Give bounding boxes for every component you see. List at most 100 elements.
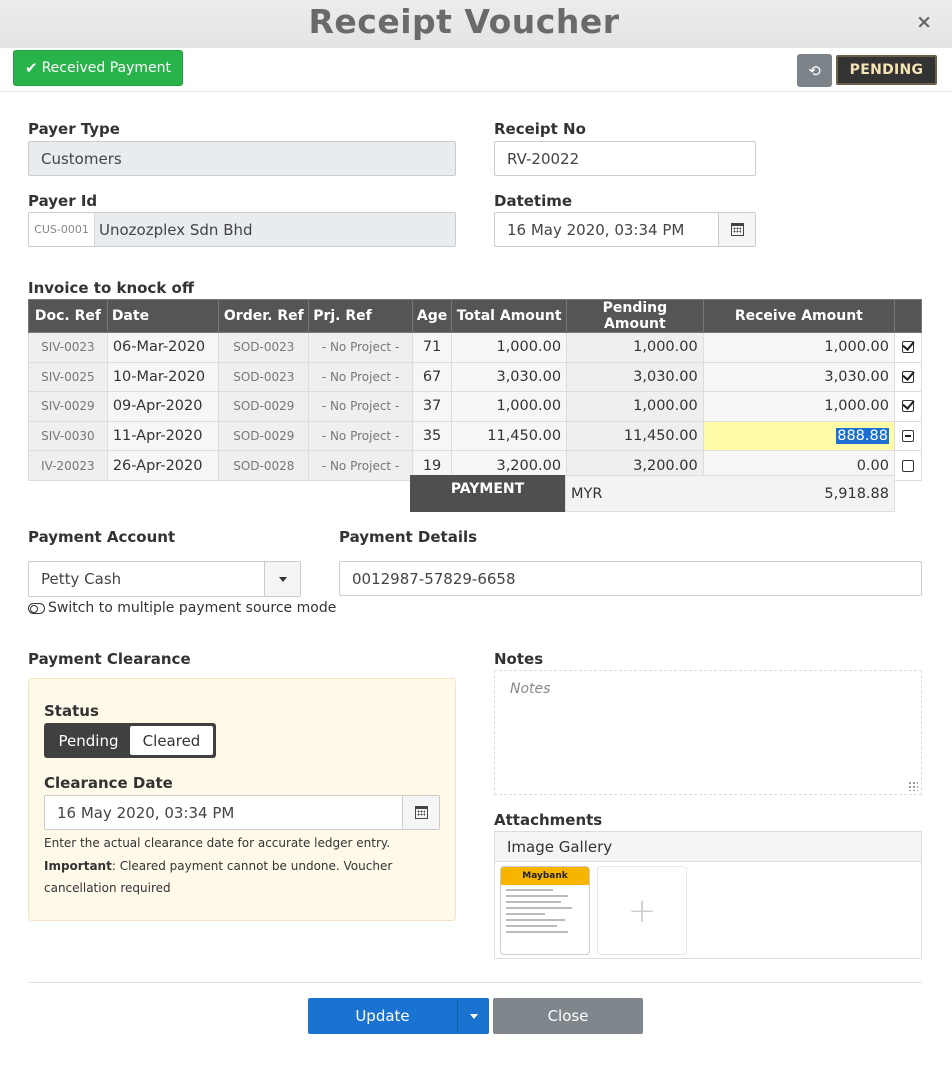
order-ref-cell: SOD-0023 — [218, 332, 310, 363]
payment-total-label: PAYMENT — [410, 475, 565, 512]
col-receive-amount: Receive Amount — [702, 299, 895, 333]
row-checkbox[interactable] — [893, 420, 923, 452]
receive-amount-input[interactable]: 1,000.00 — [702, 391, 895, 422]
receipt-brand: Maybank — [501, 867, 589, 885]
received-payment-button[interactable]: ✔ Received Payment — [13, 50, 183, 86]
total-amount-cell: 1,000.00 — [451, 332, 568, 363]
pending-amount-cell: 3,030.00 — [566, 361, 704, 393]
payer-id-value: Unozozplex Sdn Bhd — [99, 220, 253, 239]
doc-ref-cell: IV-20023 — [28, 450, 108, 481]
modal-title: Receipt Voucher — [308, 2, 620, 41]
receipt-no-field[interactable]: RV-20022 — [494, 141, 756, 176]
checkbox-checked-icon — [901, 370, 914, 383]
multiple-source-switch-label: Switch to multiple payment source mode — [48, 600, 337, 616]
update-button[interactable]: Update — [308, 998, 457, 1034]
multiple-source-switch[interactable]: Switch to multiple payment source mode — [28, 600, 336, 616]
toggle-off-icon — [28, 602, 45, 614]
payer-id-label: Payer Id — [28, 192, 98, 210]
order-ref-cell: SOD-0029 — [218, 391, 310, 422]
date-cell: 11-Apr-2020 — [106, 420, 220, 452]
payment-details-value: 0012987-57829-6658 — [352, 569, 516, 588]
resize-handle-icon[interactable] — [908, 781, 918, 791]
caret-down-icon — [278, 576, 287, 582]
close-icon[interactable]: × — [916, 13, 932, 32]
table-header-row: Doc. Ref Date Order. Ref Prj. Ref Age To… — [28, 299, 923, 333]
calendar-icon — [414, 806, 428, 819]
clearance-date-value: 16 May 2020, 03:34 PM — [57, 803, 235, 822]
order-ref-cell: SOD-0023 — [218, 361, 310, 393]
doc-ref-cell: SIV-0023 — [28, 332, 108, 363]
table-row: SIV-0030 11-Apr-2020 SOD-0029 - No Proje… — [28, 420, 923, 452]
attachments-label: Attachments — [494, 811, 603, 829]
payment-details-field[interactable]: 0012987-57829-6658 — [339, 561, 922, 596]
clearance-important-text: Important: Cleared payment cannot be und… — [44, 855, 439, 899]
payment-account-select[interactable]: Petty Cash — [28, 561, 301, 597]
col-age: Age — [411, 299, 453, 333]
checkbox-checked-icon — [901, 341, 914, 354]
clearance-calendar-button[interactable] — [402, 796, 439, 829]
invoice-section-label: Invoice to knock off — [28, 279, 194, 297]
currency-code: MYR — [571, 485, 603, 502]
datetime-calendar-button[interactable] — [718, 213, 755, 246]
payer-id-field[interactable]: CUS-0001 Unozozplex Sdn Bhd — [28, 212, 456, 247]
age-cell: 67 — [411, 361, 453, 393]
add-attachment-button[interactable]: + — [597, 866, 687, 955]
clearance-status-label: Status — [44, 702, 99, 720]
payer-type-label: Payer Type — [28, 120, 120, 138]
notes-textarea[interactable]: Notes — [494, 670, 922, 795]
date-cell: 10-Mar-2020 — [106, 361, 220, 393]
row-checkbox[interactable] — [893, 450, 923, 481]
payment-account-dropdown-button[interactable] — [264, 562, 300, 596]
col-date: Date — [106, 299, 220, 333]
notes-label: Notes — [494, 650, 544, 668]
payment-total-value: 5,918.88 — [824, 485, 889, 502]
status-option-cleared[interactable]: Cleared — [130, 726, 213, 755]
calendar-icon — [730, 223, 744, 236]
total-amount-cell: 1,000.00 — [451, 391, 568, 422]
age-cell: 71 — [411, 332, 453, 363]
payment-account-value: Petty Cash — [41, 570, 122, 588]
notes-placeholder: Notes — [510, 681, 551, 697]
prj-ref-cell: - No Project - — [308, 391, 413, 422]
payer-id-prefix: CUS-0001 — [29, 213, 95, 246]
datetime-field[interactable]: 16 May 2020, 03:34 PM — [494, 212, 756, 247]
row-checkbox[interactable] — [893, 391, 923, 422]
modal-header: Receipt Voucher × — [0, 0, 952, 48]
prj-ref-cell: - No Project - — [308, 361, 413, 393]
prj-ref-cell: - No Project - — [308, 450, 413, 481]
selected-text: 888.88 — [836, 428, 889, 445]
image-gallery: Image Gallery Maybank + — [494, 831, 922, 959]
payment-total-box: MYR 5,918.88 — [565, 475, 895, 512]
invoice-table: Doc. Ref Date Order. Ref Prj. Ref Age To… — [28, 299, 923, 481]
receive-amount-input-active[interactable]: 888.88 — [702, 420, 895, 452]
receipt-lines — [501, 885, 589, 941]
clearance-date-field[interactable]: 16 May 2020, 03:34 PM — [44, 795, 440, 830]
col-total-amount: Total Amount — [451, 299, 568, 333]
revert-button[interactable]: ⟲ — [797, 54, 832, 87]
row-checkbox[interactable] — [893, 332, 923, 363]
table-row: SIV-0025 10-Mar-2020 SOD-0023 - No Proje… — [28, 361, 923, 393]
clearance-help-text: Enter the actual clearance date for accu… — [44, 836, 391, 850]
payer-type-field[interactable]: Customers — [28, 141, 456, 176]
col-doc-ref: Doc. Ref — [28, 299, 108, 333]
close-button[interactable]: Close — [493, 998, 643, 1034]
col-select — [893, 299, 923, 333]
receipt-no-value: RV-20022 — [507, 149, 580, 168]
receive-amount-input[interactable]: 3,030.00 — [702, 361, 895, 393]
order-ref-cell: SOD-0028 — [218, 450, 310, 481]
datetime-value: 16 May 2020, 03:34 PM — [507, 220, 685, 239]
attachment-thumbnail[interactable]: Maybank — [500, 866, 590, 955]
receive-amount-input[interactable]: 1,000.00 — [702, 332, 895, 363]
table-row: SIV-0029 09-Apr-2020 SOD-0029 - No Proje… — [28, 391, 923, 422]
caret-down-icon — [469, 1013, 478, 1019]
payment-account-label: Payment Account — [28, 528, 176, 546]
prj-ref-cell: - No Project - — [308, 420, 413, 452]
pending-amount-cell: 1,000.00 — [566, 391, 704, 422]
status-option-pending[interactable]: Pending — [47, 726, 130, 755]
row-checkbox[interactable] — [893, 361, 923, 393]
update-options-button[interactable] — [457, 998, 489, 1034]
footer-divider — [28, 982, 922, 983]
age-cell: 35 — [411, 420, 453, 452]
doc-ref-cell: SIV-0030 — [28, 420, 108, 452]
payment-clearance-label: Payment Clearance — [28, 650, 191, 668]
